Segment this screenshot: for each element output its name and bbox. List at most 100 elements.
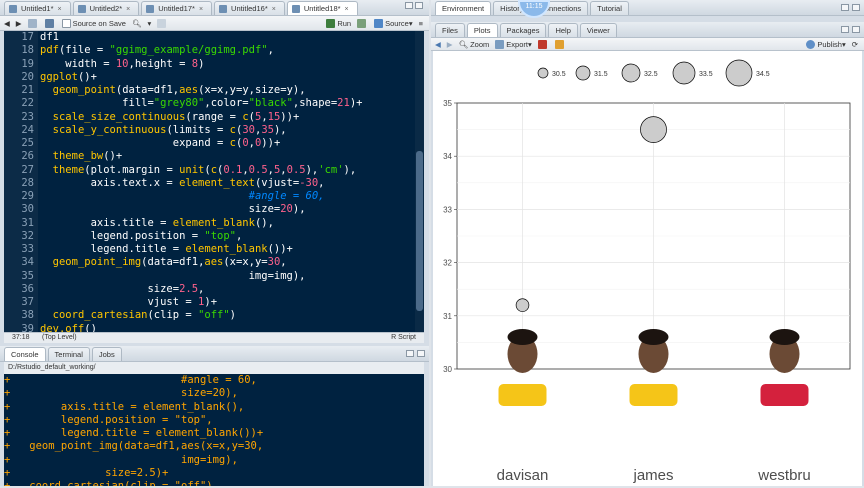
legend-key	[621, 63, 641, 83]
editor-tab[interactable]: Untitled1* ×	[4, 1, 71, 15]
remove-plot-icon[interactable]	[537, 39, 549, 49]
code-line[interactable]: size=20),	[40, 203, 414, 216]
close-icon[interactable]: ×	[58, 6, 62, 13]
tab-jobs[interactable]: Jobs	[91, 347, 122, 361]
code-content[interactable]: df1 pdf(file = "ggimg_example/ggimg.pdf",…	[40, 31, 414, 332]
data-point	[515, 298, 530, 312]
publish-button[interactable]: Publish ▾	[806, 39, 846, 49]
line-number: 17	[21, 31, 34, 43]
editor-tab[interactable]: Untitled17* ×	[141, 1, 213, 15]
console-line: + axis.title = element_blank(),	[4, 400, 245, 413]
run-button[interactable]: Run	[326, 18, 351, 28]
code-line[interactable]: geom_point(data=df1,aes(x=x,y=y,size=y),	[40, 84, 414, 97]
code-line[interactable]: coord_cartesian(clip = "off")	[40, 309, 414, 322]
code-editor[interactable]: 17 18 19 20 21 22 23 24 25 26 27 28 29 30 31 32 33 34 35 36…	[4, 31, 424, 332]
source-on-save-checkbox[interactable]: Source on Save	[61, 18, 126, 28]
line-number: 38	[21, 309, 34, 322]
tab-console[interactable]: Console	[4, 347, 46, 361]
show-in-window-icon[interactable]	[27, 18, 39, 28]
y-tick-label: 33	[443, 205, 452, 214]
console-line: + #angle = 60,	[4, 374, 257, 386]
editor-tab[interactable]: Untitled16* ×	[214, 1, 285, 15]
minimize-button[interactable]	[405, 2, 413, 9]
tab-environment[interactable]: Environment	[435, 1, 492, 15]
search-icon[interactable]: 🔍︎	[132, 19, 142, 28]
code-line[interactable]: expand = c(0,0))+	[40, 137, 414, 150]
clear-plots-icon[interactable]	[554, 39, 566, 49]
next-plot-icon[interactable]: ▶	[447, 40, 453, 49]
close-icon[interactable]: ×	[345, 6, 349, 13]
tab-viewer[interactable]: Viewer	[579, 23, 617, 37]
r-file-icon	[291, 5, 300, 13]
player-hair	[638, 329, 669, 345]
legend-label: 33.5	[699, 71, 713, 78]
rerun-icon[interactable]	[357, 18, 368, 28]
maximize-button[interactable]	[415, 2, 423, 9]
previous-plot-icon[interactable]: ◀	[435, 40, 441, 49]
maximize-button[interactable]	[852, 26, 860, 33]
code-line[interactable]: geom_point_img(data=df1,aes(x=x,y=30,	[40, 256, 414, 269]
scroll-thumb[interactable]	[416, 151, 423, 311]
code-line[interactable]: #angle = 60,	[40, 190, 414, 203]
maximize-button[interactable]	[852, 4, 860, 11]
code-line[interactable]: legend.position = "top",	[40, 230, 414, 243]
code-line[interactable]: theme_bw()+	[40, 150, 414, 163]
code-line[interactable]: width = 10,height = 8)	[40, 58, 414, 71]
editor-scrollbar[interactable]	[415, 31, 424, 332]
code-tools-icon[interactable]: ▾	[147, 19, 151, 28]
code-line[interactable]: img=img),	[40, 270, 414, 283]
outline-icon[interactable]: ≡	[419, 19, 423, 28]
tab-tutorial[interactable]: Tutorial	[590, 1, 629, 15]
back-icon[interactable]: ◀	[4, 19, 10, 28]
line-number: 29	[21, 190, 34, 202]
plot-viewer: 30 31 32 33 34 35 davisan james westbru 30.5 31.5 3…	[433, 51, 862, 486]
source-button[interactable]: Source ▾	[374, 18, 413, 28]
console-output[interactable]: + #angle = 60, + size=20), + axis.title = …	[4, 374, 424, 486]
code-line[interactable]: legend.title = element_blank())+	[40, 243, 414, 256]
zoom-button[interactable]: 🔍︎ Zoom	[459, 40, 490, 49]
code-line[interactable]: pdf(file = "ggimg_example/ggimg.pdf",	[40, 44, 414, 57]
source-window-controls	[405, 2, 423, 9]
r-file-icon	[9, 5, 17, 13]
export-button[interactable]: Export ▾	[495, 39, 532, 49]
line-number: 33	[21, 243, 34, 255]
console-path[interactable]: D:/Rstudio_default_working/	[4, 362, 424, 374]
code-line[interactable]: scale_size_continuous(range = c(5,15))+	[40, 111, 414, 124]
code-line[interactable]: axis.title = element_blank(),	[40, 217, 414, 230]
code-line[interactable]: scale_y_continuous(limits = c(30,35),	[40, 124, 414, 137]
x-tick-label: davisan	[497, 467, 549, 484]
tab-plots[interactable]: Plots	[466, 23, 498, 37]
legend-key	[725, 59, 753, 87]
maximize-button[interactable]	[417, 350, 425, 357]
editor-tab-active[interactable]: Untitled18* ×	[286, 1, 358, 15]
save-icon[interactable]	[44, 18, 56, 28]
code-line[interactable]: size=2.5,	[40, 283, 414, 296]
code-line[interactable]: theme(plot.margin = unit(c(0.1,0.5,5,0.5…	[40, 164, 414, 177]
code-line[interactable]: fill="grey80",color="black",shape=21)+	[40, 97, 414, 110]
minimize-button[interactable]	[406, 350, 414, 357]
compile-report-icon[interactable]	[157, 18, 168, 28]
forward-icon[interactable]: ▶	[16, 19, 22, 28]
line-number: 19	[21, 57, 34, 70]
files-tabbar: Files Plots Packages Help Viewer	[431, 22, 864, 38]
tab-terminal[interactable]: Terminal	[47, 347, 90, 361]
code-line[interactable]: df1	[40, 31, 414, 44]
close-icon[interactable]: ×	[272, 6, 276, 13]
tab-help[interactable]: Help	[548, 23, 578, 37]
code-line[interactable]: vjust = 1)+	[40, 296, 414, 309]
close-icon[interactable]: ×	[126, 6, 130, 13]
code-line[interactable]: ggplot()+	[40, 71, 414, 84]
code-line[interactable]: axis.text.x = element_text(vjust=-30,	[40, 177, 414, 190]
close-icon[interactable]: ×	[199, 6, 203, 13]
filetype-selector[interactable]: R Script	[391, 333, 416, 343]
console-line: + legend.position = "top",	[4, 413, 213, 426]
tab-packages[interactable]: Packages	[499, 23, 547, 37]
scope-selector[interactable]: (Top Level)	[42, 333, 77, 343]
line-number: 39	[21, 322, 34, 333]
minimize-button[interactable]	[841, 26, 849, 33]
code-line[interactable]: dev.off()	[40, 323, 414, 333]
editor-tab[interactable]: Untitled2* ×	[72, 1, 140, 15]
refresh-icon[interactable]: ⟳	[852, 40, 858, 49]
minimize-button[interactable]	[841, 4, 849, 11]
tab-files[interactable]: Files	[435, 23, 465, 37]
